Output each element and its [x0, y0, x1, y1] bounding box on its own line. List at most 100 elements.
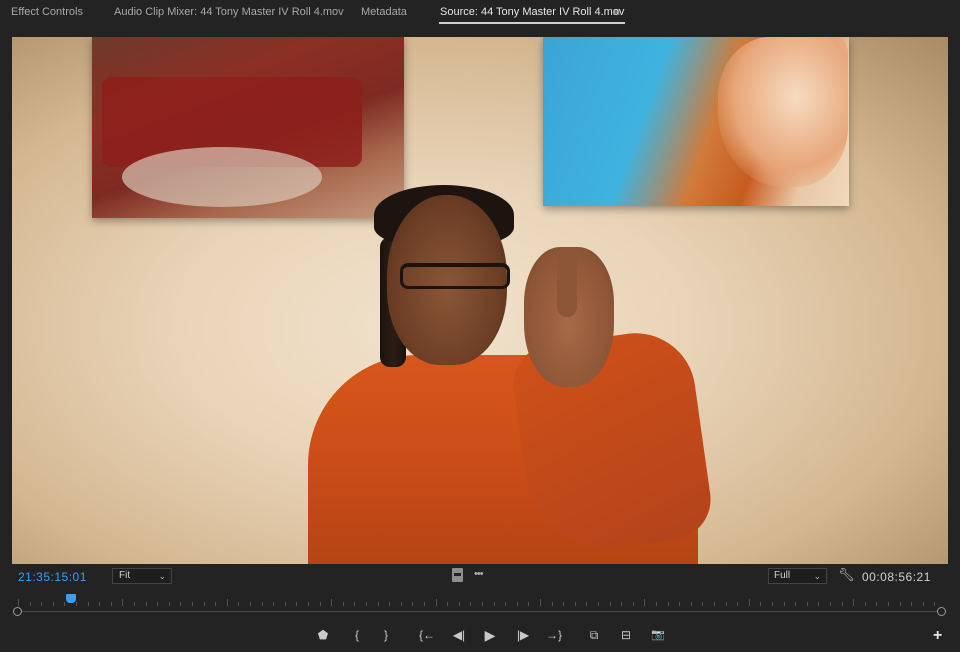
- export-frame-button[interactable]: 📷: [649, 626, 667, 644]
- ruler-tick: [551, 602, 553, 606]
- ruler-tick: [899, 602, 901, 606]
- ruler-tick: [122, 599, 124, 606]
- ruler-tick: [772, 602, 773, 606]
- go-to-in-button[interactable]: {←: [416, 626, 438, 644]
- filmstrip-icon[interactable]: [452, 568, 463, 582]
- zoom-level-value: Fit: [119, 570, 131, 581]
- ruler-tick: [226, 599, 228, 606]
- time-ruler[interactable]: [18, 594, 944, 606]
- poster-face: [718, 37, 848, 187]
- step-forward-button[interactable]: |▶: [513, 626, 533, 644]
- ruler-tick: [389, 602, 391, 606]
- ruler-tick: [876, 602, 878, 606]
- ruler-tick: [87, 602, 89, 606]
- ruler-tick: [145, 602, 147, 606]
- ruler-tick: [99, 602, 101, 606]
- ruler-tick: [806, 602, 808, 606]
- ruler-tick: [748, 599, 750, 606]
- zoom-level-select[interactable]: Fit ⌄: [112, 568, 172, 584]
- source-monitor-video[interactable]: [12, 37, 948, 564]
- hamburger-icon[interactable]: ≡: [613, 5, 620, 19]
- zoom-handle-right[interactable]: [937, 607, 946, 616]
- resolution-value: Full: [774, 570, 791, 581]
- ruler-tick: [621, 602, 623, 606]
- ruler-tick: [261, 602, 263, 606]
- ruler-tick: [76, 602, 77, 606]
- ruler-tick: [795, 602, 797, 606]
- panel-tab-bar: Effect Controls Audio Clip Mixer: 44 Ton…: [0, 0, 960, 28]
- ruler-tick: [598, 602, 599, 606]
- ruler-tick: [238, 602, 240, 606]
- tab-audio-clip-mixer[interactable]: Audio Clip Mixer: 44 Tony Master IV Roll…: [114, 6, 344, 18]
- ruler-tick: [412, 602, 414, 606]
- playhead-marker[interactable]: [65, 594, 76, 603]
- ruler-tick: [250, 602, 251, 606]
- chevron-down-icon: ⌄: [158, 571, 166, 581]
- ruler-tick: [192, 602, 193, 606]
- ruler-tick: [134, 602, 135, 606]
- step-back-button[interactable]: ◀|: [449, 626, 469, 644]
- ruler-tick: [377, 602, 379, 606]
- ruler-tick: [64, 602, 66, 606]
- play-button[interactable]: ▶: [481, 626, 499, 644]
- ruler-tick: [447, 602, 449, 606]
- mark-in-button[interactable]: {: [350, 626, 364, 644]
- ruler-tick: [644, 599, 646, 606]
- ruler-tick: [667, 602, 669, 606]
- chevron-down-icon: ⌄: [813, 571, 821, 581]
- go-to-out-button[interactable]: →}: [543, 626, 565, 644]
- ruler-tick: [516, 602, 518, 606]
- ruler-tick: [632, 602, 634, 606]
- ruler-tick: [818, 602, 820, 606]
- ruler-tick: [296, 602, 298, 606]
- overwrite-button[interactable]: ⊟: [616, 626, 636, 644]
- ruler-tick: [366, 602, 367, 606]
- insert-button[interactable]: ⧉: [584, 626, 604, 644]
- ruler-tick: [493, 602, 495, 606]
- ruler-tick: [864, 602, 866, 606]
- ruler-tick: [888, 602, 889, 606]
- ruler-tick: [702, 602, 704, 606]
- zoom-handle-left[interactable]: [13, 607, 22, 616]
- ruler-tick: [458, 602, 460, 606]
- ruler-tick: [679, 602, 681, 606]
- plus-icon[interactable]: +: [933, 627, 942, 645]
- ruler-tick: [203, 602, 205, 606]
- ruler-tick: [586, 602, 588, 606]
- ruler-tick: [41, 602, 43, 606]
- tab-effect-controls[interactable]: Effect Controls: [11, 6, 83, 18]
- ruler-tick: [400, 602, 402, 606]
- ruler-tick: [342, 602, 344, 606]
- active-tab-indicator: [439, 22, 625, 24]
- mark-out-button[interactable]: }: [379, 626, 393, 644]
- ruler-tick: [911, 602, 913, 606]
- ruler-tick: [168, 602, 170, 606]
- ruler-tick: [725, 602, 727, 606]
- tab-source[interactable]: Source: 44 Tony Master IV Roll 4.mov: [440, 6, 624, 18]
- poster-rug: [122, 147, 322, 207]
- ruler-tick: [934, 602, 936, 606]
- ruler-tick: [18, 599, 19, 606]
- ruler-tick: [528, 602, 530, 606]
- zoom-scroll-bar[interactable]: [18, 611, 942, 612]
- ruler-tick: [690, 602, 692, 606]
- ruler-tick: [470, 602, 472, 606]
- tab-metadata[interactable]: Metadata: [361, 6, 407, 18]
- ruler-tick: [922, 602, 924, 606]
- waveform-icon[interactable]: •••: [474, 568, 484, 580]
- ruler-tick: [841, 602, 843, 606]
- ruler-tick: [737, 602, 739, 606]
- ruler-tick: [180, 602, 182, 606]
- playback-resolution-select[interactable]: Full ⌄: [768, 568, 827, 584]
- ruler-tick: [656, 602, 657, 606]
- wall-poster-right: [543, 37, 849, 206]
- ruler-tick: [563, 602, 565, 606]
- playhead-timecode[interactable]: 21:35:15:01: [18, 570, 87, 584]
- ruler-tick: [319, 602, 321, 606]
- wrench-icon[interactable]: 🔧︎: [838, 567, 855, 583]
- ruler-tick: [540, 599, 541, 606]
- wall-poster-left: [92, 37, 404, 218]
- person-glasses: [400, 263, 510, 289]
- add-marker-button[interactable]: ⬟: [315, 626, 331, 644]
- ruler-tick: [853, 599, 855, 606]
